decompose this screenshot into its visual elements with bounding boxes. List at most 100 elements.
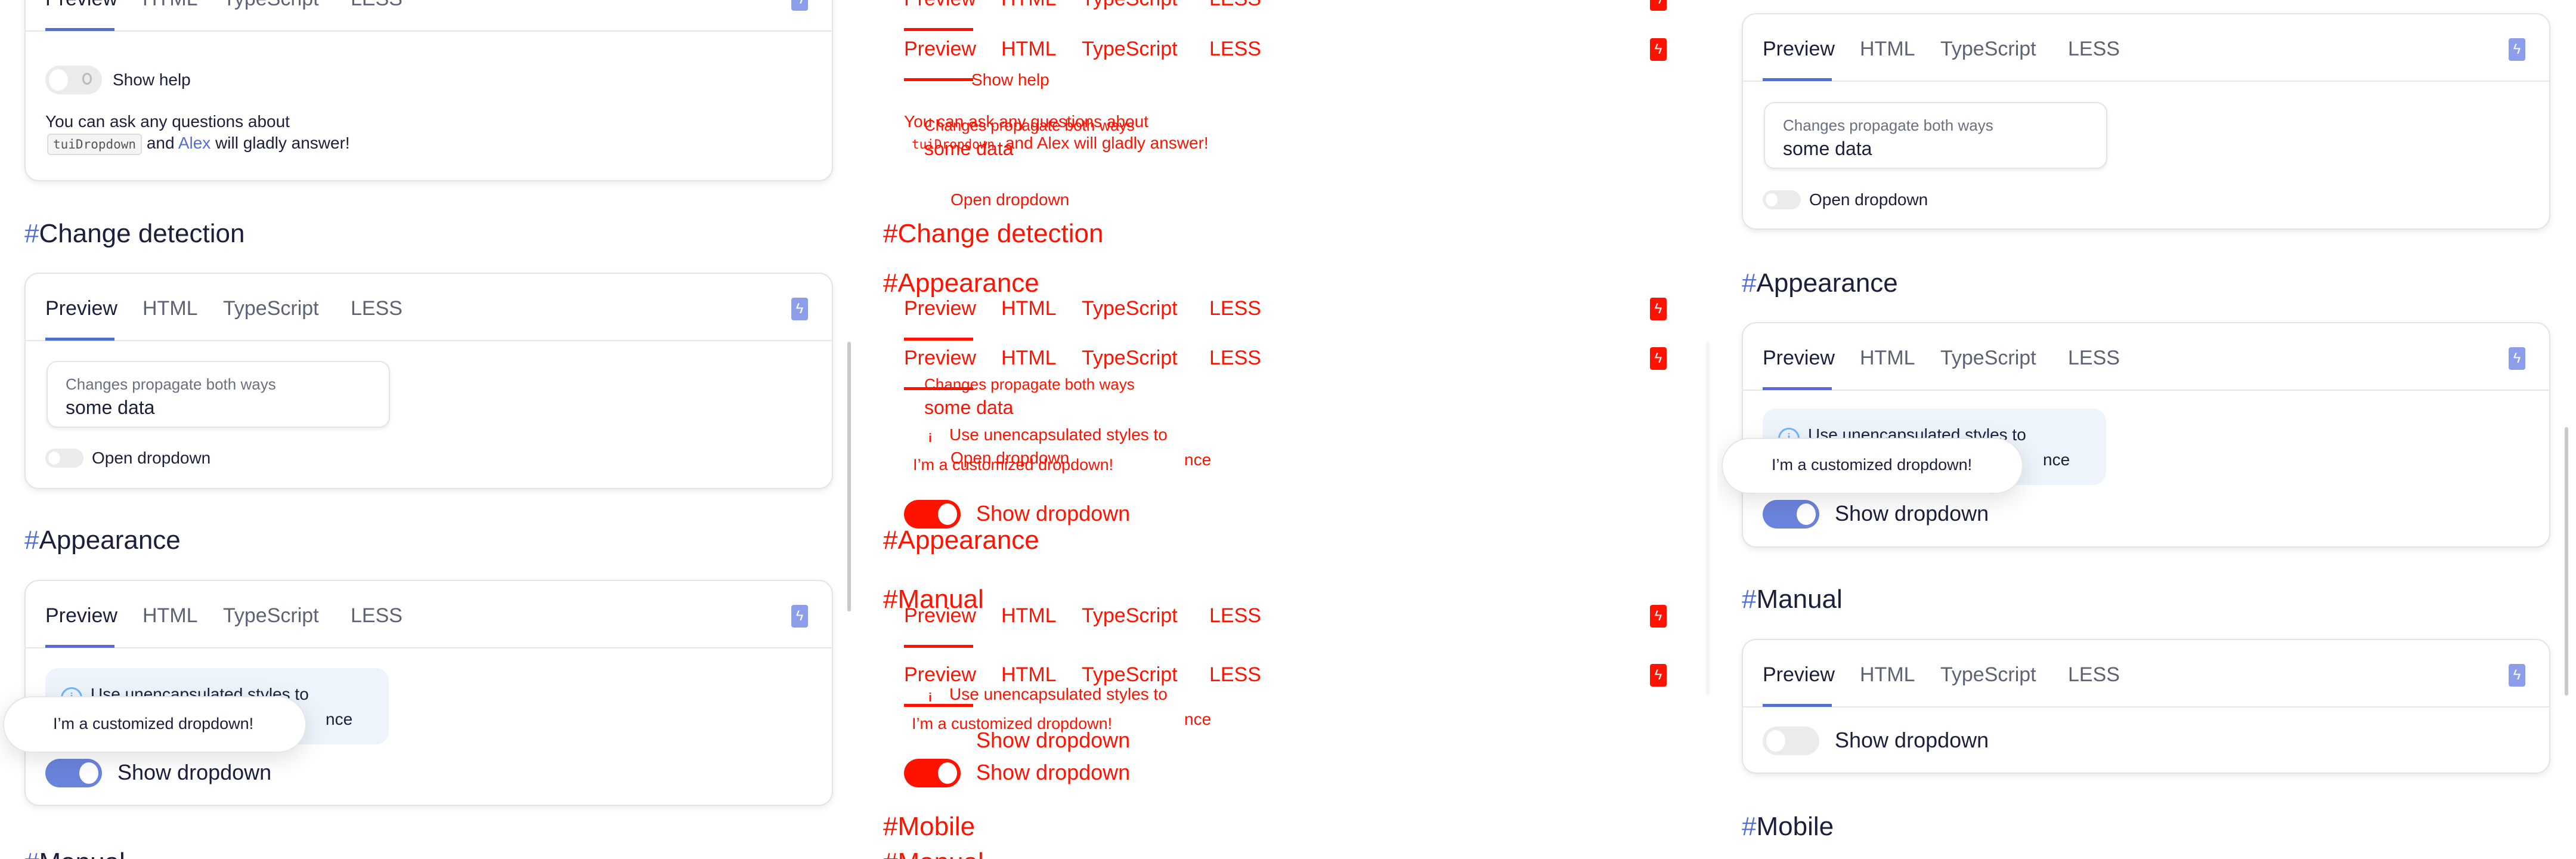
open-dropdown-toggle[interactable] <box>1763 190 1801 209</box>
tab-preview[interactable]: Preview <box>1763 37 1835 61</box>
input-label: Changes propagate both ways <box>66 375 276 393</box>
tab-typescript[interactable]: TypeScript <box>223 296 319 320</box>
tab-typescript[interactable]: TypeScript <box>1082 346 1178 370</box>
show-help-toggle[interactable] <box>45 66 102 94</box>
heading-appearance[interactable]: #Appearance <box>883 268 1039 299</box>
stackblitz-lightning-icon[interactable]: ϟ <box>2509 347 2525 370</box>
tab-typescript[interactable]: TypeScript <box>223 604 319 628</box>
toggle-knob <box>49 69 68 91</box>
demo-card-manual: Preview HTML TypeScript LESS ϟ Show dropdown <box>1742 639 2550 774</box>
data-input[interactable]: Changes propagate both ways some data <box>47 361 390 428</box>
tab-less[interactable]: LESS <box>2068 346 2120 370</box>
anchor-hash[interactable]: # <box>883 812 897 841</box>
open-dropdown-label: Open dropdown <box>92 449 211 467</box>
heading-appearance[interactable]: #Appearance <box>24 525 181 556</box>
anchor-hash[interactable]: # <box>1742 585 1756 614</box>
anchor-hash[interactable]: # <box>1742 812 1756 841</box>
manual-show-dropdown-label: Show dropdown <box>976 728 1131 752</box>
tab-preview[interactable]: Preview <box>904 346 976 370</box>
tab-html[interactable]: HTML <box>143 604 198 628</box>
tab-typescript[interactable]: TypeScript <box>1082 663 1178 687</box>
show-dropdown-label: Show dropdown <box>976 501 1131 526</box>
anchor-hash[interactable]: # <box>24 219 39 248</box>
stackblitz-lightning-icon[interactable]: ϟ <box>2509 664 2525 687</box>
manual-show-dropdown-toggle[interactable] <box>1763 727 1819 755</box>
data-input[interactable]: Changes propagate both ways some data <box>1764 102 2107 169</box>
show-dropdown-toggle[interactable] <box>904 500 961 529</box>
tab-typescript[interactable]: TypeScript <box>1940 37 2036 61</box>
heading-change-detection[interactable]: #Change detection <box>24 218 244 249</box>
stackblitz-lightning-icon[interactable]: ϟ <box>791 0 808 11</box>
stackblitz-lightning-icon[interactable]: ϟ <box>1650 38 1667 61</box>
tab-preview[interactable]: Preview <box>45 0 117 11</box>
tab-html[interactable]: HTML <box>1001 37 1057 61</box>
scrollbar[interactable] <box>2565 427 2568 696</box>
anchor-hash[interactable]: # <box>883 585 897 614</box>
stackblitz-lightning-icon[interactable]: ϟ <box>1650 347 1667 370</box>
anchor-hash[interactable]: # <box>24 526 39 555</box>
heading-appearance[interactable]: #Appearance <box>1742 268 1898 299</box>
demo-tabs: Preview HTML TypeScript LESS ϟ <box>1743 640 2549 707</box>
active-tab-indicator <box>904 387 973 390</box>
stackblitz-lightning-icon[interactable]: ϟ <box>1650 664 1667 687</box>
scrollbar[interactable] <box>1706 427 1710 696</box>
tab-preview[interactable]: Preview <box>904 37 976 61</box>
tab-html[interactable]: HTML <box>1001 346 1057 370</box>
tab-preview[interactable]: Preview <box>1763 346 1835 370</box>
tab-less[interactable]: LESS <box>351 0 402 11</box>
heading-manual[interactable]: #Manual <box>24 847 125 859</box>
tab-preview[interactable]: Preview <box>45 296 117 320</box>
tab-preview[interactable]: Preview <box>1763 663 1835 687</box>
stackblitz-lightning-icon[interactable]: ϟ <box>791 298 808 320</box>
dropdown-text: I’m a customized dropdown! <box>1772 456 1973 474</box>
demo-tabs: Preview HTML TypeScript LESS ϟ <box>26 0 832 32</box>
tab-less[interactable]: LESS <box>351 604 402 628</box>
anchor-hash[interactable]: # <box>1742 268 1756 298</box>
heading-text: Manual <box>1756 585 1843 614</box>
tab-typescript[interactable]: TypeScript <box>1940 663 2036 687</box>
tab-less[interactable]: LESS <box>351 296 402 320</box>
open-dropdown-toggle[interactable] <box>45 449 83 468</box>
demo-card-manual: Preview HTML TypeScript LESS ϟ Show dropdown <box>883 639 1692 774</box>
tab-typescript[interactable]: TypeScript <box>223 0 319 11</box>
alex-link[interactable]: Alex <box>178 134 210 152</box>
toggle-knob <box>79 762 98 784</box>
stackblitz-lightning-icon[interactable]: ϟ <box>2509 38 2525 61</box>
tab-html[interactable]: HTML <box>1860 37 1915 61</box>
help-and: and <box>146 134 175 152</box>
tab-typescript[interactable]: TypeScript <box>1940 346 2036 370</box>
stackblitz-lightning-icon[interactable]: ϟ <box>791 605 808 628</box>
toggle-knob <box>1766 193 1778 206</box>
heading-mobile[interactable]: #Mobile <box>883 811 975 842</box>
heading-manual[interactable]: #Manual <box>1742 584 1843 615</box>
anchor-hash[interactable]: # <box>24 848 39 859</box>
input-label: Changes propagate both ways <box>1783 116 1993 134</box>
show-dropdown-toggle[interactable] <box>45 759 102 787</box>
anchor-hash[interactable]: # <box>883 268 897 298</box>
heading-mobile[interactable]: #Mobile <box>1742 811 1834 842</box>
tab-html[interactable]: HTML <box>1860 346 1915 370</box>
tab-html[interactable]: HTML <box>1001 663 1057 687</box>
tab-html[interactable]: HTML <box>143 0 198 11</box>
tab-preview[interactable]: Preview <box>904 663 976 687</box>
heading-manual[interactable]: #Manual <box>883 584 984 615</box>
tab-html[interactable]: HTML <box>143 296 198 320</box>
tab-typescript[interactable]: TypeScript <box>1082 37 1178 61</box>
tab-preview[interactable]: Preview <box>45 604 117 628</box>
custom-dropdown: I’m a customized dropdown! <box>3 696 306 753</box>
tab-less[interactable]: LESS <box>2068 663 2120 687</box>
toggle-knob <box>938 503 957 525</box>
show-dropdown-toggle[interactable] <box>1763 500 1819 529</box>
demo-card-appearance: PreviewHTMLTypeScriptLESSϟ i Use unencap… <box>883 322 1692 548</box>
data-input[interactable]: Changes propagate both ways some data <box>905 102 1249 169</box>
scrollbar[interactable] <box>847 342 851 611</box>
tab-less[interactable]: LESS <box>1209 37 1261 61</box>
manual-show-dropdown-toggle[interactable] <box>904 727 961 755</box>
heading-text: Mobile <box>897 812 976 841</box>
tab-less[interactable]: LESS <box>2068 37 2120 61</box>
tab-html[interactable]: HTML <box>1860 663 1915 687</box>
tab-less[interactable]: LESS <box>1209 346 1261 370</box>
active-tab-indicator <box>1763 704 1832 707</box>
open-dropdown-toggle[interactable] <box>904 190 942 209</box>
tab-less[interactable]: LESS <box>1209 663 1261 687</box>
